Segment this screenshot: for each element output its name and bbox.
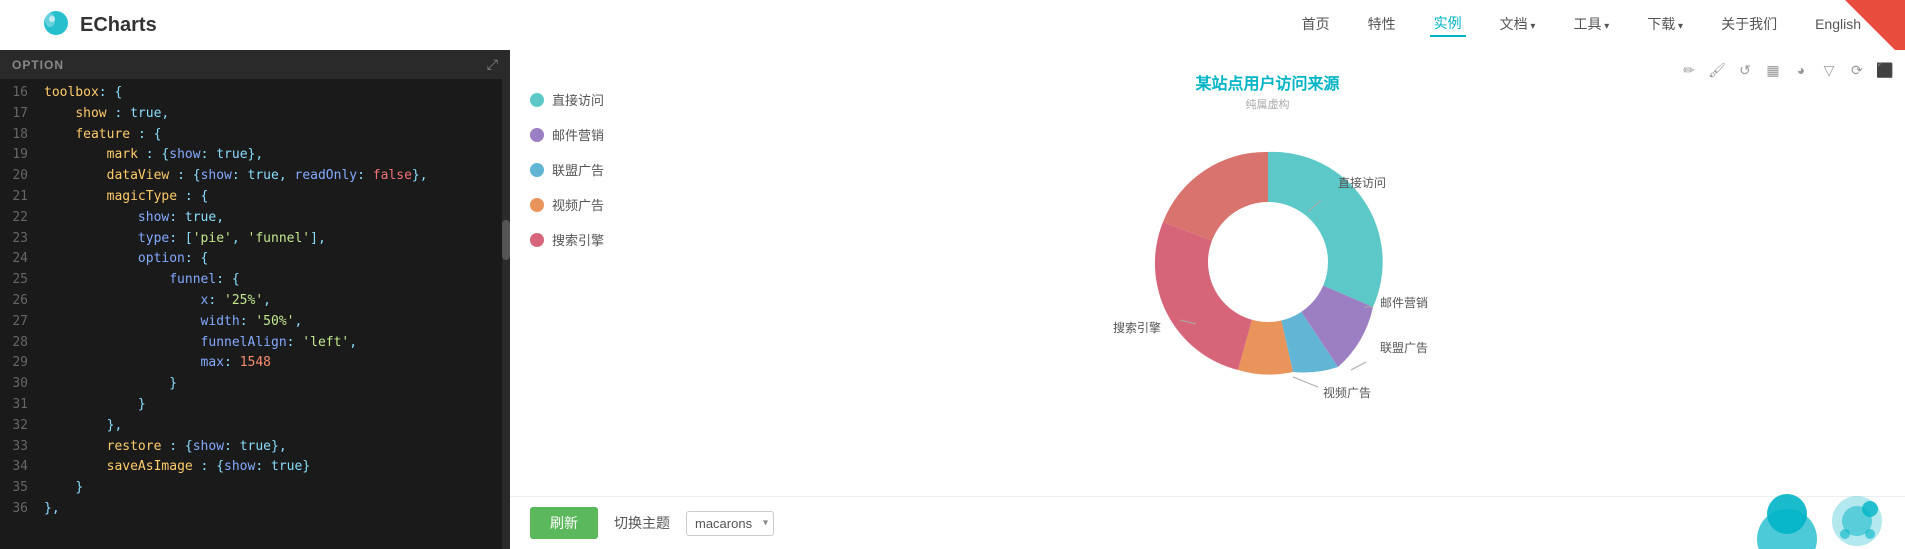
legend-dot-direct xyxy=(530,93,544,107)
expand-icon[interactable]: ⤢ xyxy=(487,56,498,73)
code-panel-header: OPTION ⤢ xyxy=(0,50,510,79)
theme-label: 切换主题 xyxy=(614,513,670,533)
code-line: show: true, xyxy=(44,208,502,229)
legend-item-video: 视频广告 xyxy=(530,195,650,214)
legend-item-direct: 直接访问 xyxy=(530,90,650,109)
pie-hole xyxy=(1208,202,1328,322)
code-line: }, xyxy=(44,499,502,520)
nav-features[interactable]: 特性 xyxy=(1364,14,1400,36)
code-line: toolbox: { xyxy=(44,83,502,104)
refresh-button[interactable]: 刷新 xyxy=(530,507,598,539)
code-content[interactable]: 1617181920 2122232425 2627282930 3132333… xyxy=(0,79,510,549)
code-line: }, xyxy=(44,416,502,437)
legend-item-union: 联盟广告 xyxy=(530,160,650,179)
label-video: 视频广告 xyxy=(1323,385,1371,400)
theme-select-wrapper: macarons default dark vintage westeros e… xyxy=(686,511,774,536)
legend-label-union: 联盟广告 xyxy=(552,160,604,179)
legend-label-video: 视频广告 xyxy=(552,195,604,214)
label-email: 邮件营销 xyxy=(1380,296,1428,310)
chart-subtitle: 纯属虚构 xyxy=(1246,96,1290,112)
code-line: funnelAlign: 'left', xyxy=(44,333,502,354)
nav-tools[interactable]: 工具 xyxy=(1569,14,1613,36)
logo-area: ECharts xyxy=(40,9,157,41)
code-line: max: 1548 xyxy=(44,353,502,374)
code-line: saveAsImage : {show: true} xyxy=(44,457,502,478)
code-line: type: ['pie', 'funnel'], xyxy=(44,229,502,250)
nav-about[interactable]: 关于我们 xyxy=(1717,14,1781,36)
label-union: 联盟广告 xyxy=(1380,341,1428,355)
code-line: width: '50%', xyxy=(44,312,502,333)
code-line: feature : { xyxy=(44,125,502,146)
nav-examples[interactable]: 实例 xyxy=(1430,13,1466,37)
legend-label-search: 搜索引擎 xyxy=(552,230,604,249)
legend-label-email: 邮件营销 xyxy=(552,125,604,144)
header: ECharts 首页 特性 实例 文档 工具 下载 关于我们 English xyxy=(0,0,1905,50)
legend-item-search: 搜索引擎 xyxy=(530,230,650,249)
legend-label-direct: 直接访问 xyxy=(552,90,604,109)
legend-dot-video xyxy=(530,198,544,212)
code-line: dataView : {show: true, readOnly: false}… xyxy=(44,166,502,187)
pie-chart-wrapper: 直接访问 邮件营销 联盟广告 视频广告 搜索引擎 xyxy=(1108,122,1428,402)
code-panel: OPTION ⤢ 1617181920 2122232425 262728293… xyxy=(0,50,510,549)
logo-icon xyxy=(40,9,72,41)
code-line: x: '25%', xyxy=(44,291,502,312)
code-text[interactable]: toolbox: { show : true, feature : { mark… xyxy=(36,79,510,549)
line-numbers: 1617181920 2122232425 2627282930 3132333… xyxy=(0,79,36,549)
pie-chart-svg: 直接访问 邮件营销 联盟广告 视频广告 搜索引擎 xyxy=(1108,122,1428,402)
legend-item-email: 邮件营销 xyxy=(530,125,650,144)
label-search: 搜索引擎 xyxy=(1113,320,1161,335)
logo-text: ECharts xyxy=(80,14,157,37)
theme-select[interactable]: macarons default dark vintage westeros e… xyxy=(686,511,774,536)
main-nav: 首页 特性 实例 文档 工具 下载 关于我们 English xyxy=(1298,13,1865,37)
chart-area: 直接访问 邮件营销 联盟广告 视频广告 搜索引擎 xyxy=(510,50,1905,496)
code-line: magicType : { xyxy=(44,187,502,208)
code-line: restore : {show: true}, xyxy=(44,437,502,458)
code-line: } xyxy=(44,478,502,499)
code-line: show : true, xyxy=(44,104,502,125)
nav-docs[interactable]: 文档 xyxy=(1496,14,1540,36)
deco-icon-1 xyxy=(1755,484,1820,549)
nav-home[interactable]: 首页 xyxy=(1298,14,1334,36)
code-line: mark : {show: true}, xyxy=(44,145,502,166)
main-content: OPTION ⤢ 1617181920 2122232425 262728293… xyxy=(0,50,1905,549)
code-line: } xyxy=(44,374,502,395)
chart-title: 某站点用户访问来源 xyxy=(1195,70,1339,94)
code-line: } xyxy=(44,395,502,416)
legend-dot-search xyxy=(530,233,544,247)
scrollbar-thumb[interactable] xyxy=(502,220,510,260)
scrollbar[interactable] xyxy=(502,79,510,549)
label-direct: 直接访问 xyxy=(1338,175,1386,190)
chart-panel: ✏ 🖌 ↺ ▦ ◕ ▽ ⟳ ⬛ 直接访问 邮件营销 xyxy=(510,50,1905,549)
option-label: OPTION xyxy=(12,58,64,72)
bottom-icons xyxy=(1755,484,1885,549)
code-line: funnel: { xyxy=(44,270,502,291)
legend-dot-union xyxy=(530,163,544,177)
chart-container: 某站点用户访问来源 纯属虚构 xyxy=(650,70,1885,486)
nav-download[interactable]: 下载 xyxy=(1643,14,1687,36)
legend-dot-email xyxy=(530,128,544,142)
bottom-bar: 刷新 切换主题 macarons default dark vintage we… xyxy=(510,496,1905,549)
deco-icon-2 xyxy=(1830,494,1885,549)
code-line: option: { xyxy=(44,249,502,270)
legend: 直接访问 邮件营销 联盟广告 视频广告 搜索引擎 xyxy=(530,70,650,486)
